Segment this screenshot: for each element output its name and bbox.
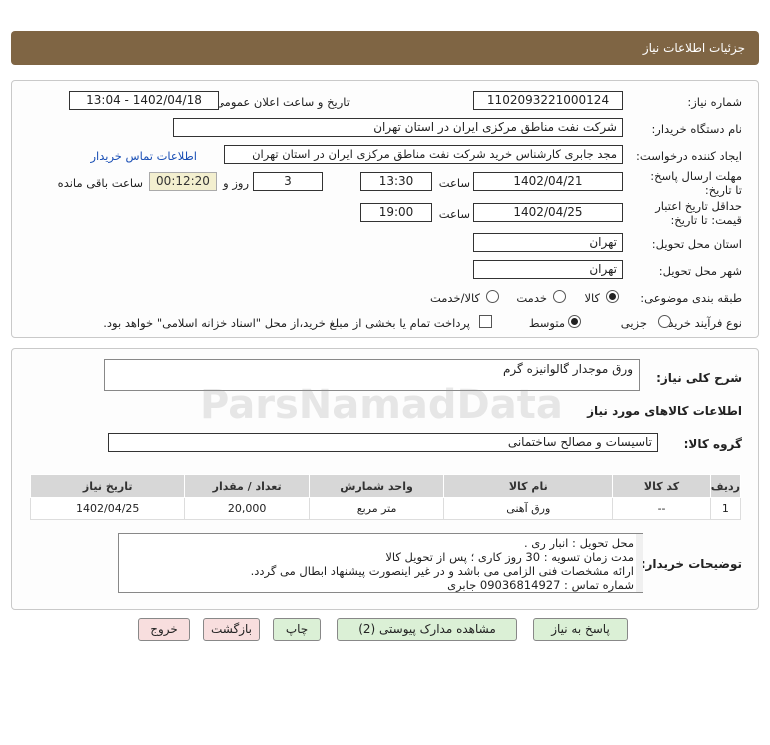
cell-quantity: 20,000 [184, 497, 310, 520]
category-radio-goods-service[interactable] [486, 290, 499, 303]
goods-group-label: گروه کالا: [683, 437, 742, 451]
validity-time-label: ساعت [438, 207, 470, 221]
buyer-notes-box: محل تحویل : انبار ری . مدت زمان تسویه : … [118, 533, 643, 593]
deadline-time-label: ساعت [438, 176, 470, 190]
announce-field: 1402/04/18 - 13:04 [69, 91, 219, 110]
process-radio-medium[interactable] [568, 315, 581, 328]
buyer-notes-label: توضیحات خریدار: [640, 557, 742, 571]
print-button[interactable]: چاپ [273, 618, 321, 641]
cell-row: 1 [709, 497, 742, 520]
treasury-payment-checkbox[interactable] [479, 315, 492, 328]
page-title: جزئیات اطلاعات نیاز [642, 41, 745, 55]
process-label: نوع فرآیند خرید : [660, 316, 742, 330]
validity-label: حداقل تاریخ اعتبار قیمت: تا تاریخ: [655, 199, 742, 227]
col-name: نام کالا [443, 474, 614, 498]
city-field: تهران [473, 260, 623, 279]
table-row: 1 -- ورق آهنی متر مربع 20,000 1402/04/25 [29, 497, 742, 520]
deadline-date-field: 1402/04/21 [473, 172, 623, 191]
creator-label: ایجاد کننده درخواست: [636, 149, 742, 163]
back-button[interactable]: بازگشت [203, 618, 260, 641]
goods-info-title: اطلاعات کالاهای مورد نیاز [587, 404, 742, 418]
city-label: شهر محل تحویل: [658, 264, 742, 278]
reply-button[interactable]: پاسخ به نیاز [533, 618, 628, 641]
remaining-timer: 00:12:20 [149, 172, 217, 191]
buyer-contact-link[interactable]: اطلاعات تماس خریدار [90, 149, 197, 163]
goods-table-header-row: ردیف کد کالا نام کالا واحد شمارش تعداد /… [29, 474, 742, 498]
col-unit: واحد شمارش [308, 474, 445, 498]
days-field: 3 [253, 172, 323, 191]
province-field: تهران [473, 233, 623, 252]
goods-group-field: تاسیسات و مصالح ساختمانی [108, 433, 658, 452]
need-number-label: شماره نیاز: [687, 95, 742, 109]
need-number-field: 1102093221000124 [473, 91, 623, 110]
category-radio-goods[interactable] [606, 290, 619, 303]
remaining-label: ساعت باقی مانده [57, 176, 143, 190]
cell-name: ورق آهنی [443, 497, 614, 520]
watermark-brand: ParsNamadData [200, 382, 563, 428]
process-radio-minor[interactable] [658, 315, 671, 328]
deadline-label: مهلت ارسال پاسخ: تا تاریخ: [650, 169, 742, 197]
summary-label: شرح کلی نیاز: [656, 371, 742, 385]
buyer-org-field: شرکت نفت مناطق مرکزی ایران در استان تهرا… [173, 118, 623, 137]
deadline-time-field: 13:30 [360, 172, 432, 191]
cell-code: -- [612, 497, 711, 520]
validity-time-field: 19:00 [360, 203, 432, 222]
process-minor-label: جزیی [620, 316, 647, 330]
days-label: روز و [223, 176, 249, 190]
exit-button[interactable]: خروج [138, 618, 190, 641]
buyer-note-line: محل تحویل : انبار ری . [523, 536, 634, 550]
col-date: تاریخ نیاز [29, 474, 186, 498]
buyer-note-line: ارائه مشخصات فنی الزامی می باشد و در غیر… [250, 564, 634, 578]
col-code: کد کالا [612, 474, 711, 498]
announce-label: تاریخ و ساعت اعلان عمومی: [211, 95, 350, 109]
col-quantity: تعداد / مقدار [184, 474, 310, 498]
goods-table: ردیف کد کالا نام کالا واحد شمارش تعداد /… [29, 474, 742, 520]
process-medium-label: متوسط [528, 316, 565, 330]
category-service-label: خدمت [516, 291, 547, 305]
province-label: استان محل تحویل: [651, 237, 742, 251]
category-goods-service-label: کالا/خدمت [429, 291, 480, 305]
buyer-note-line: شماره تماس : 09036814927 جابری [447, 578, 634, 592]
buyer-org-label: نام دستگاه خریدار: [651, 122, 742, 136]
category-label: طبقه بندی موضوعی: [640, 291, 742, 305]
attachments-button[interactable]: مشاهده مدارک پیوستی (2) [337, 618, 517, 641]
buyer-note-line: مدت زمان تسویه : 30 روز کاری ؛ پس از تحو… [385, 550, 634, 564]
treasury-payment-note: پرداخت تمام یا بخشی از مبلغ خرید،از محل … [103, 316, 470, 330]
col-row: ردیف [709, 474, 742, 498]
category-goods-label: کالا [584, 291, 600, 305]
cell-unit: متر مربع [308, 497, 445, 520]
cell-date: 1402/04/25 [29, 497, 186, 520]
creator-field: مجد جابری کارشناس خرید شرکت نفت مناطق مر… [224, 145, 623, 164]
page-header: جزئیات اطلاعات نیاز [11, 31, 759, 65]
category-radio-service[interactable] [553, 290, 566, 303]
buyer-notes-scrollbar[interactable] [636, 534, 643, 592]
validity-date-field: 1402/04/25 [473, 203, 623, 222]
